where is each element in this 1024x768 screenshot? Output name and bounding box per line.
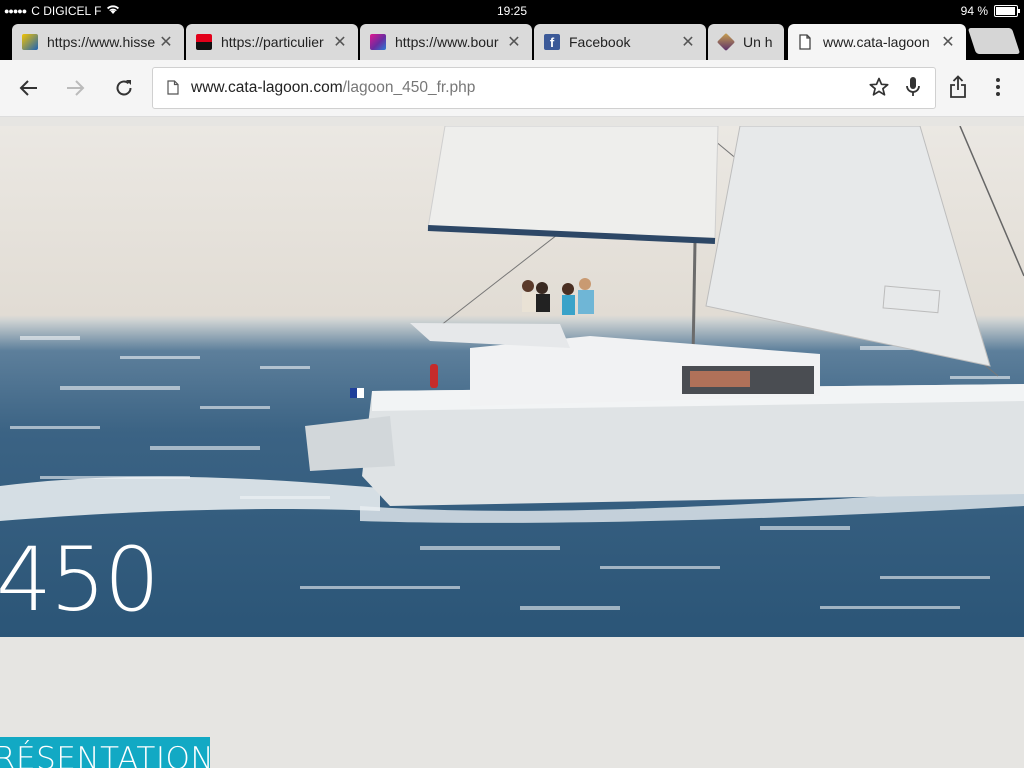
forward-arrow-icon [67,80,85,96]
tab-facebook[interactable]: f Facebook ✕ [534,24,706,60]
share-icon[interactable] [949,75,967,104]
web-page: 450 RÉSENTATION [0,117,1024,768]
back-arrow-icon [19,80,37,96]
close-tab-icon[interactable]: ✕ [332,32,348,52]
tab-hisse[interactable]: https://www.hisse ✕ [12,24,184,60]
close-tab-icon[interactable]: ✕ [506,32,522,52]
tab-title: Facebook [569,34,631,50]
close-tab-icon[interactable]: ✕ [680,32,696,52]
bank-favicon-icon [196,34,212,50]
url-path: /lagoon_450_fr.php [342,79,476,96]
tab-title: Un h [743,34,773,50]
close-tab-icon[interactable]: ✕ [940,32,956,52]
tab-particulier[interactable]: https://particulier ✕ [186,24,358,60]
url-domain: www.cata-lagoon.com [191,79,343,96]
microphone-icon[interactable] [905,76,921,103]
bookmark-star-icon[interactable] [869,77,889,102]
page-icon [798,34,814,50]
tab-title: https://particulier [221,34,324,50]
tab-strip: https://www.hisse ✕ https://particulier … [0,22,1024,60]
page-info-icon[interactable] [167,80,179,100]
presentation-tab-label: RÉSENTATION [0,741,210,768]
new-tab-button[interactable] [967,28,1021,54]
battery-icon [994,5,1020,17]
tab-title: www.cata-lagoon [823,34,930,50]
presentation-tab[interactable]: RÉSENTATION [0,737,210,768]
tag-favicon-icon [716,32,736,52]
tab-title: https://www.hisse [47,34,156,50]
model-number-heading: 450 [0,528,160,631]
hisse-favicon-icon [22,34,38,50]
tab-bour[interactable]: https://www.bour ✕ [360,24,532,60]
tab-cata-lagoon[interactable]: www.cata-lagoon ✕ [788,24,966,60]
reload-icon [116,80,132,96]
battery-percent: 94 % [960,4,988,18]
bour-favicon-icon [370,34,386,50]
clock: 19:25 [496,4,528,18]
ios-status-bar: ●●●●● C DIGICEL F 19:25 94 % [0,0,1024,22]
more-menu-icon[interactable] [988,75,1008,104]
hero-catamaran-image: 450 [0,126,1024,637]
url-text: www.cata-lagoon.com/lagoon_450_fr.php [191,79,475,97]
forward-button[interactable] [63,75,89,101]
address-bar[interactable]: www.cata-lagoon.com/lagoon_450_fr.php [152,67,936,109]
tab-un-h[interactable]: Un h [708,24,784,60]
reload-button[interactable] [111,75,137,101]
close-tab-icon[interactable]: ✕ [158,32,174,52]
browser-toolbar: www.cata-lagoon.com/lagoon_450_fr.php [0,60,1024,117]
facebook-favicon-icon: f [544,34,560,50]
tab-title: https://www.bour [395,34,499,50]
back-button[interactable] [15,75,41,101]
